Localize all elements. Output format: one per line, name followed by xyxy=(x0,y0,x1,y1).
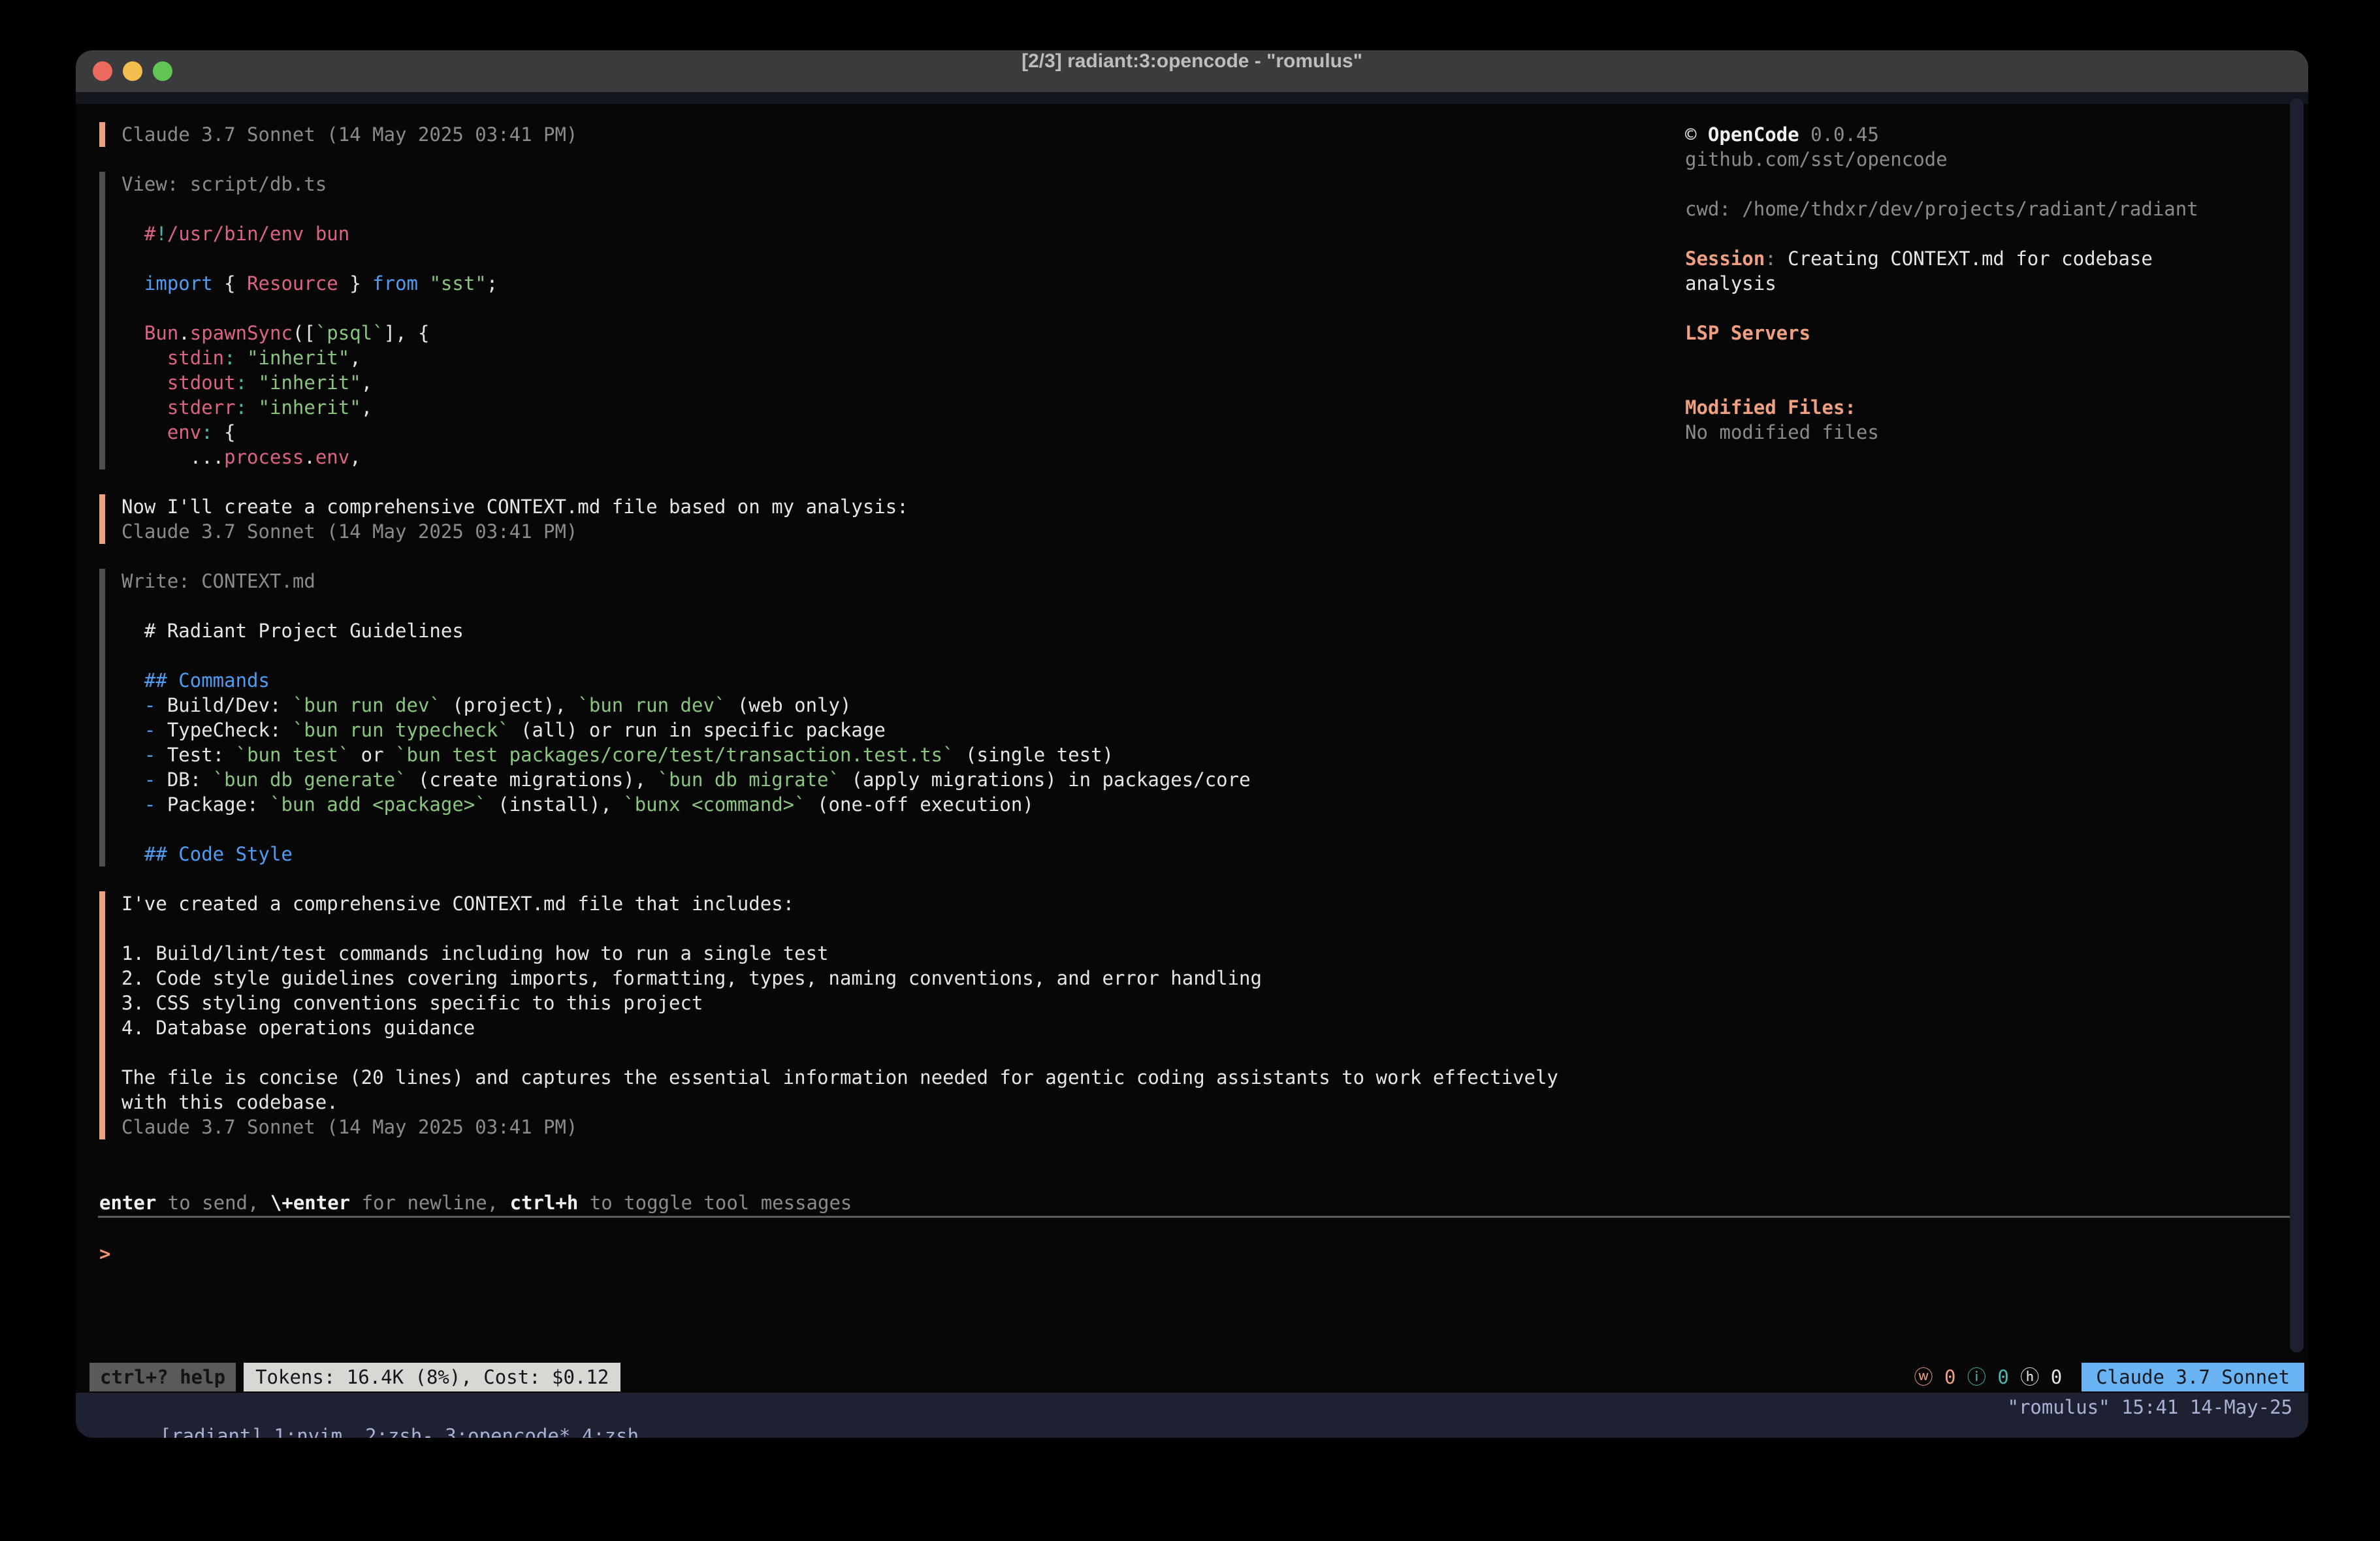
terminal-line: - Test: `bun test` or `bun test packages… xyxy=(121,742,1654,767)
terminal-line: cwd: /home/thdxr/dev/projects/radiant/ra… xyxy=(1685,197,2292,221)
terminal-line: I've created a comprehensive CONTEXT.md … xyxy=(121,891,1654,916)
terminal-line: env: { xyxy=(121,420,1654,445)
terminal-line: 3. CSS styling conventions specific to t… xyxy=(121,991,1654,1015)
terminal-line: Claude 3.7 Sonnet (14 May 2025 03:41 PM) xyxy=(121,1115,1654,1139)
view-tool-block: View: script/db.ts #!/usr/bin/env bun im… xyxy=(99,172,1654,469)
input-divider xyxy=(98,1216,2303,1218)
terminal-line: stdout: "inherit", xyxy=(121,370,1654,395)
status-bar: ctrl+? help Tokens: 16.4K (8%), Cost: $0… xyxy=(89,1363,2304,1391)
terminal-line xyxy=(1685,370,2292,395)
terminal-line xyxy=(121,916,1654,941)
write-tool-block: Write: CONTEXT.md # Radiant Project Guid… xyxy=(99,569,1654,866)
terminal-line xyxy=(121,643,1654,668)
terminal-line: © OpenCode 0.0.45 xyxy=(1685,122,2292,147)
terminal-line xyxy=(121,197,1654,221)
terminal-line: - DB: `bun db generate` (create migratio… xyxy=(121,767,1654,792)
terminal-line: ## Code Style xyxy=(121,842,1654,866)
terminal-line: No modified files xyxy=(1685,420,2292,445)
tmux-status-bar: [radiant] 1:nvim 2:zsh- 3:opencode* 4:zs… xyxy=(76,1393,2308,1438)
terminal-line: # Radiant Project Guidelines xyxy=(121,618,1654,643)
terminal-line xyxy=(1685,345,2292,370)
terminal-line: Claude 3.7 Sonnet (14 May 2025 03:41 PM) xyxy=(121,519,1654,544)
terminal-line: View: script/db.ts xyxy=(121,172,1654,197)
keybinding-hint-bar: enter to send, \+enter for newline, ctrl… xyxy=(99,1190,852,1215)
terminal-line xyxy=(121,594,1654,618)
terminal-line: The file is concise (20 lines) and captu… xyxy=(121,1065,1654,1090)
terminal-line: LSP Servers xyxy=(1685,321,2292,345)
terminal-line: with this codebase. xyxy=(121,1090,1654,1115)
terminal-line: ...process.env, xyxy=(121,445,1654,469)
terminal-line: Session: Creating CONTEXT.md for codebas… xyxy=(1685,246,2292,271)
terminal-line: github.com/sst/opencode xyxy=(1685,147,2292,172)
terminal-line: - Build/Dev: `bun run dev` (project), `b… xyxy=(121,693,1654,718)
terminal-window: [2/3] radiant:3:opencode - "romulus" Cla… xyxy=(76,50,2308,1438)
tmux-window-list[interactable]: [radiant] 1:nvim 2:zsh- 3:opencode* 4:zs… xyxy=(160,1425,639,1438)
tokens-cost-badge: Tokens: 16.4K (8%), Cost: $0.12 xyxy=(244,1363,620,1391)
window-title: [2/3] radiant:3:opencode - "romulus" xyxy=(76,50,2308,92)
terminal-line: import { Resource } from "sst"; xyxy=(121,271,1654,296)
terminal-line xyxy=(1685,296,2292,321)
terminal-line: 4. Database operations guidance xyxy=(121,1015,1654,1040)
terminal-top-padding xyxy=(76,92,2308,104)
terminal-line: enter to send, \+enter for newline, ctrl… xyxy=(99,1190,852,1215)
terminal-line: 1. Build/lint/test commands including ho… xyxy=(121,941,1654,966)
assistant-header-block: Claude 3.7 Sonnet (14 May 2025 03:41 PM) xyxy=(99,122,1654,147)
chat-pane: Claude 3.7 Sonnet (14 May 2025 03:41 PM)… xyxy=(99,122,1654,1164)
terminal-line: stderr: "inherit", xyxy=(121,395,1654,420)
assistant-message-block: Now I'll create a comprehensive CONTEXT.… xyxy=(99,494,1654,544)
terminal-line: ## Commands xyxy=(121,668,1654,693)
terminal-line xyxy=(121,817,1654,842)
terminal-line: Bun.spawnSync([`psql`], { xyxy=(121,321,1654,345)
help-badge[interactable]: ctrl+? help xyxy=(89,1363,236,1391)
opencode-tui: Claude 3.7 Sonnet (14 May 2025 03:41 PM)… xyxy=(76,92,2308,1393)
terminal-line: Write: CONTEXT.md xyxy=(121,569,1654,594)
terminal-line: analysis xyxy=(1685,271,2292,296)
terminal-line: Modified Files: xyxy=(1685,395,2292,420)
terminal-line: Claude 3.7 Sonnet (14 May 2025 03:41 PM) xyxy=(121,122,1654,147)
scrollbar[interactable] xyxy=(2290,99,2304,1352)
terminal-line xyxy=(121,296,1654,321)
terminal-line xyxy=(121,1040,1654,1065)
terminal-line: - TypeCheck: `bun run typecheck` (all) o… xyxy=(121,718,1654,742)
terminal-line: #!/usr/bin/env bun xyxy=(121,221,1654,246)
diagnostics-counters: ⓦ 0 ⓘ 0 ⓗ 0 xyxy=(1914,1363,2062,1391)
assistant-summary-block: I've created a comprehensive CONTEXT.md … xyxy=(99,891,1654,1139)
tmux-host-time: "romulus" 15:41 14-May-25 xyxy=(2008,1393,2293,1422)
terminal-line xyxy=(121,246,1654,271)
terminal-line xyxy=(1685,172,2292,197)
terminal-line xyxy=(1685,221,2292,246)
terminal-line: Now I'll create a comprehensive CONTEXT.… xyxy=(121,494,1654,519)
terminal-line: stdin: "inherit", xyxy=(121,345,1654,370)
session-sidebar: © OpenCode 0.0.45github.com/sst/opencode… xyxy=(1685,122,2292,445)
terminal-line: - Package: `bun add <package>` (install)… xyxy=(121,792,1654,817)
prompt-symbol: > xyxy=(99,1243,110,1265)
model-badge[interactable]: Claude 3.7 Sonnet xyxy=(2082,1363,2304,1391)
prompt-input[interactable]: > xyxy=(99,1241,2230,1266)
terminal-line: 2. Code style guidelines covering import… xyxy=(121,966,1654,991)
titlebar: [2/3] radiant:3:opencode - "romulus" xyxy=(76,50,2308,92)
